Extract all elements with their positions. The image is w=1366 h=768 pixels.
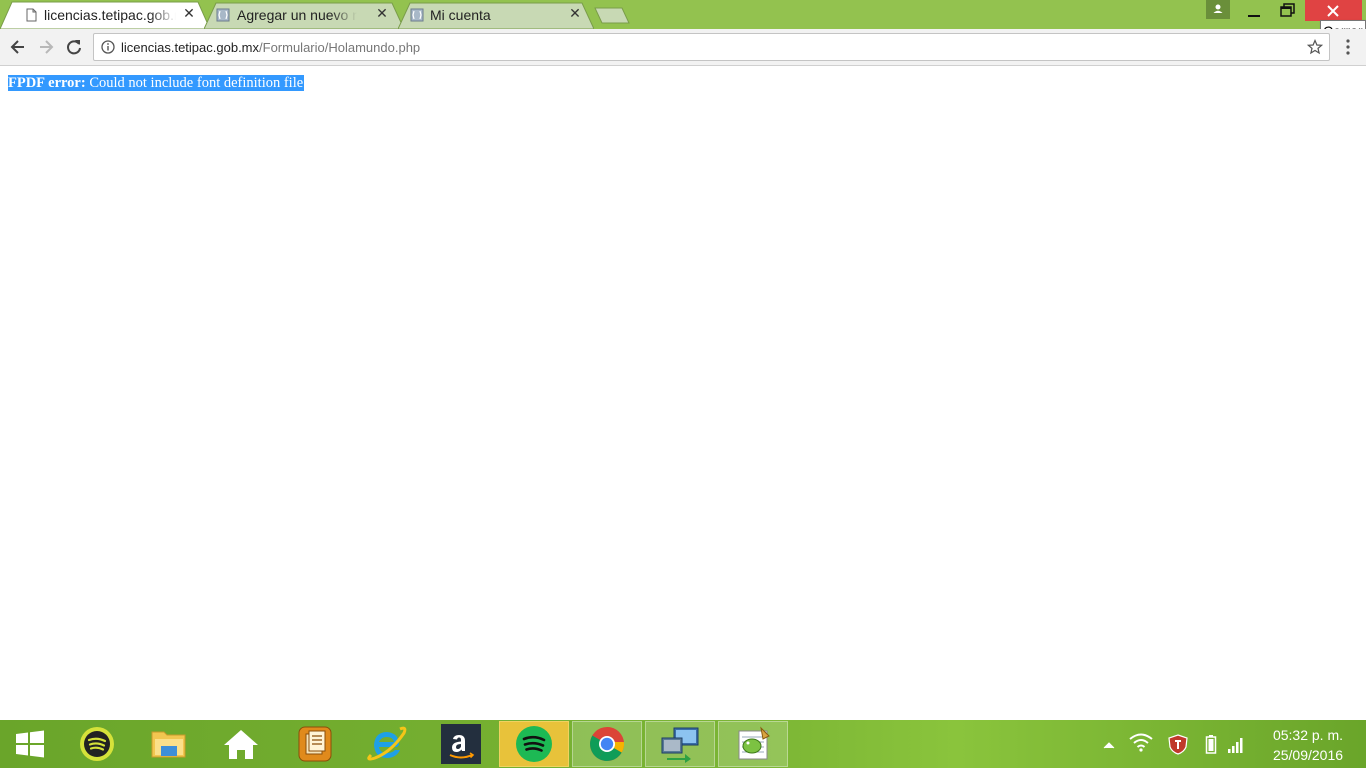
taskbar-internet-explorer[interactable] <box>352 720 422 768</box>
show-hidden-icons-icon[interactable] <box>1100 720 1118 768</box>
person-icon <box>1213 4 1223 13</box>
new-tab-button[interactable] <box>594 7 630 24</box>
taskbar-remote-desktop[interactable] <box>645 721 715 767</box>
forward-button[interactable] <box>36 37 56 57</box>
system-clock[interactable]: 05:32 p. m. 25/09/2016 <box>1262 725 1354 765</box>
notepad-plus-icon <box>738 726 770 760</box>
restore-icon <box>1280 3 1295 17</box>
web-app-icon <box>410 8 424 22</box>
taskbar-notes[interactable] <box>280 720 350 768</box>
back-button[interactable] <box>8 37 28 57</box>
taskbar-notepad-plus[interactable] <box>718 721 788 767</box>
restore-button[interactable] <box>1274 0 1302 20</box>
url-path: /Formulario/Holamundo.php <box>259 40 421 55</box>
error-text: Could not include font definition file <box>85 75 304 91</box>
remote-desktop-icon <box>661 727 699 763</box>
internet-explorer-icon <box>367 726 407 761</box>
web-app-icon <box>216 8 230 22</box>
page-icon <box>26 8 37 22</box>
windows-taskbar: 05:32 p. m. 25/09/2016 <box>0 720 1366 768</box>
clock-time: 05:32 p. m. <box>1272 727 1344 743</box>
close-window-button[interactable] <box>1305 0 1362 21</box>
spotify-icon <box>80 727 114 761</box>
page-content: FPDF error: Could not include font defin… <box>0 67 1366 720</box>
security-shield-icon[interactable] <box>1166 720 1190 768</box>
tab-title: Mi cuenta <box>430 7 491 23</box>
tab-close-icon[interactable]: ✕ <box>182 7 196 21</box>
notes-icon <box>298 726 332 762</box>
bookmark-star-icon[interactable] <box>1307 39 1323 55</box>
minimize-icon <box>1248 15 1260 17</box>
error-label: FPDF error: <box>8 75 86 91</box>
battery-icon[interactable] <box>1202 720 1220 768</box>
taskbar-spotify-active[interactable] <box>499 721 569 767</box>
error-message: FPDF error: Could not include font defin… <box>8 75 305 91</box>
taskbar-file-explorer[interactable] <box>134 720 204 768</box>
start-button[interactable] <box>0 720 60 768</box>
taskbar-amazon[interactable] <box>426 720 496 768</box>
tab-agregar[interactable]: Agregar un nuevo método de pago ✕ <box>204 1 404 29</box>
tab-title: Agregar un nuevo método de pago <box>237 6 357 24</box>
folder-icon <box>151 731 186 758</box>
url-host: licencias.tetipac.gob.mx <box>121 40 260 55</box>
url-text[interactable]: licencias.tetipac.gob.mx/Formulario/Hola… <box>121 39 420 56</box>
taskbar-spotify[interactable] <box>62 720 132 768</box>
close-icon <box>1327 5 1339 17</box>
tab-close-icon[interactable]: ✕ <box>375 7 389 21</box>
minimize-button[interactable] <box>1240 0 1268 20</box>
tab-licencias[interactable]: licencias.tetipac.gob.mx/Formulario/Hola… <box>0 1 210 29</box>
taskbar-home[interactable] <box>206 720 276 768</box>
tab-close-icon[interactable]: ✕ <box>568 7 582 21</box>
address-bar[interactable]: licencias.tetipac.gob.mx/Formulario/Hola… <box>93 33 1330 61</box>
taskbar-chrome[interactable] <box>572 721 642 767</box>
windows-logo-icon <box>16 730 44 758</box>
chrome-icon <box>590 727 625 761</box>
wifi-icon[interactable] <box>1128 720 1154 768</box>
browser-menu-icon[interactable] <box>1340 37 1356 57</box>
browser-title-bar: licencias.tetipac.gob.mx/Formulario/Hola… <box>0 0 1366 29</box>
signal-strength-icon[interactable] <box>1226 720 1248 768</box>
info-icon[interactable] <box>101 40 115 54</box>
tab-title: licencias.tetipac.gob.mx/Formulario/Hola… <box>44 6 176 24</box>
spotify-icon <box>516 726 552 762</box>
reload-button[interactable] <box>64 37 84 57</box>
clock-date: 25/09/2016 <box>1272 747 1344 763</box>
home-icon <box>224 730 258 759</box>
browser-toolbar: licencias.tetipac.gob.mx/Formulario/Hola… <box>0 29 1366 66</box>
tab-mi-cuenta[interactable]: Mi cuenta ✕ <box>398 1 594 29</box>
profile-button[interactable] <box>1206 0 1230 19</box>
amazon-icon <box>441 724 481 764</box>
